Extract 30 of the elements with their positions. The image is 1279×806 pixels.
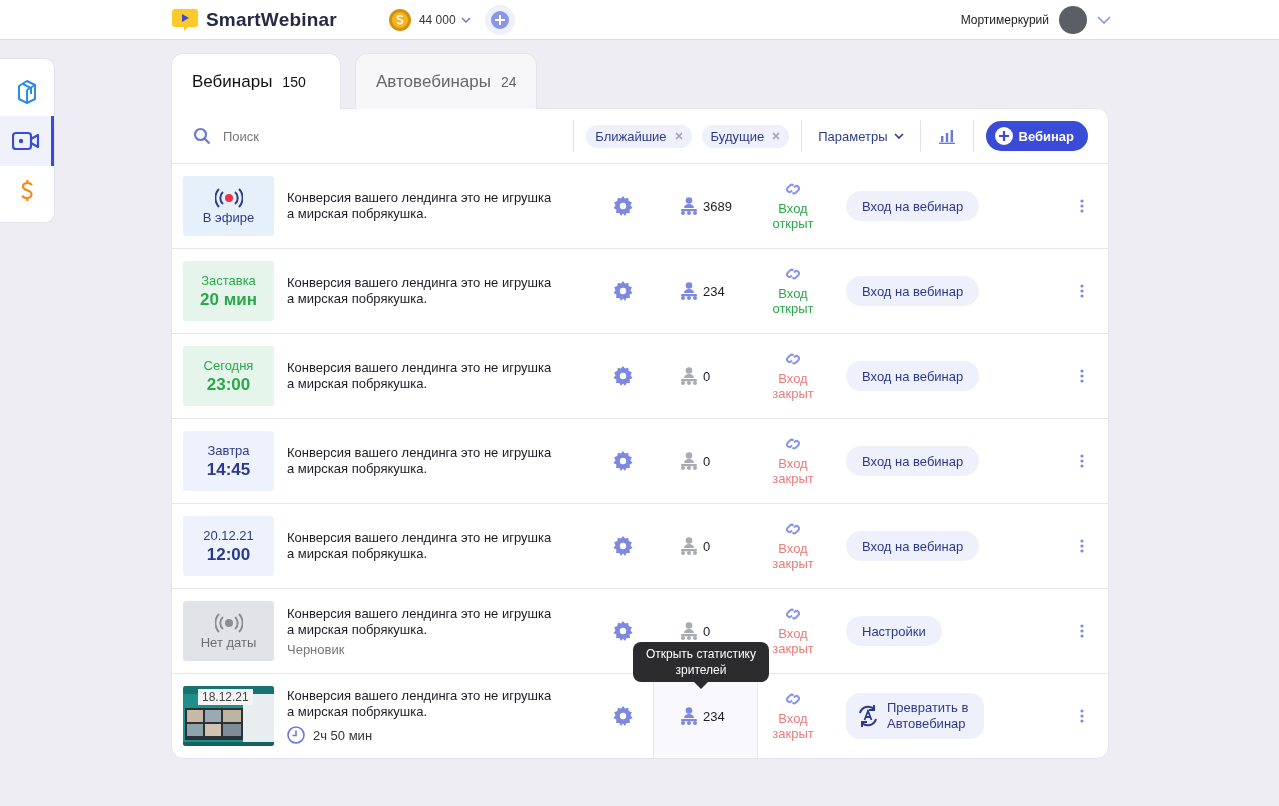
badge-label: 20.12.21 [203, 527, 254, 543]
viewer-count: 0 [703, 623, 711, 639]
viewer-count: 234 [703, 708, 725, 724]
duration: 2ч 50 мин [313, 727, 373, 743]
draft-label: Черновик [287, 641, 346, 657]
entry-status: Вход закрыт [772, 626, 814, 656]
entry-status: Вход закрыт [772, 711, 814, 741]
viewer-count: 0 [703, 538, 711, 554]
viewer-count: 3689 [703, 198, 732, 214]
badge-label: Завтра [207, 442, 250, 458]
entry-status: Вход закрыт [772, 541, 814, 571]
date-label: 18.12.21 [198, 689, 253, 705]
badge-value: 14:45 [206, 459, 251, 480]
entry-status: Вход открыт [772, 201, 814, 231]
tooltip: Открыть статистику зрителей [633, 642, 769, 682]
badge-label: Заставка [201, 272, 256, 288]
brand-name: SmartWebinar [206, 8, 337, 31]
entry-status: Вход закрыт [772, 456, 814, 486]
badge-value: 20 мин [200, 289, 257, 310]
viewer-count: 0 [703, 368, 711, 384]
entry-status: Вход закрыт [772, 371, 814, 401]
badge-label: Сегодня [203, 357, 254, 373]
viewer-count: 234 [703, 283, 725, 299]
entry-status: Вход открыт [772, 286, 814, 316]
badge-value: В эфире [202, 209, 255, 225]
badge-value: 12:00 [206, 544, 251, 565]
user-name: Мортимеркурий [960, 12, 1049, 27]
badge-value: 23:00 [206, 374, 251, 395]
viewer-count: 0 [703, 453, 711, 469]
badge-value: Нет даты [200, 634, 257, 650]
